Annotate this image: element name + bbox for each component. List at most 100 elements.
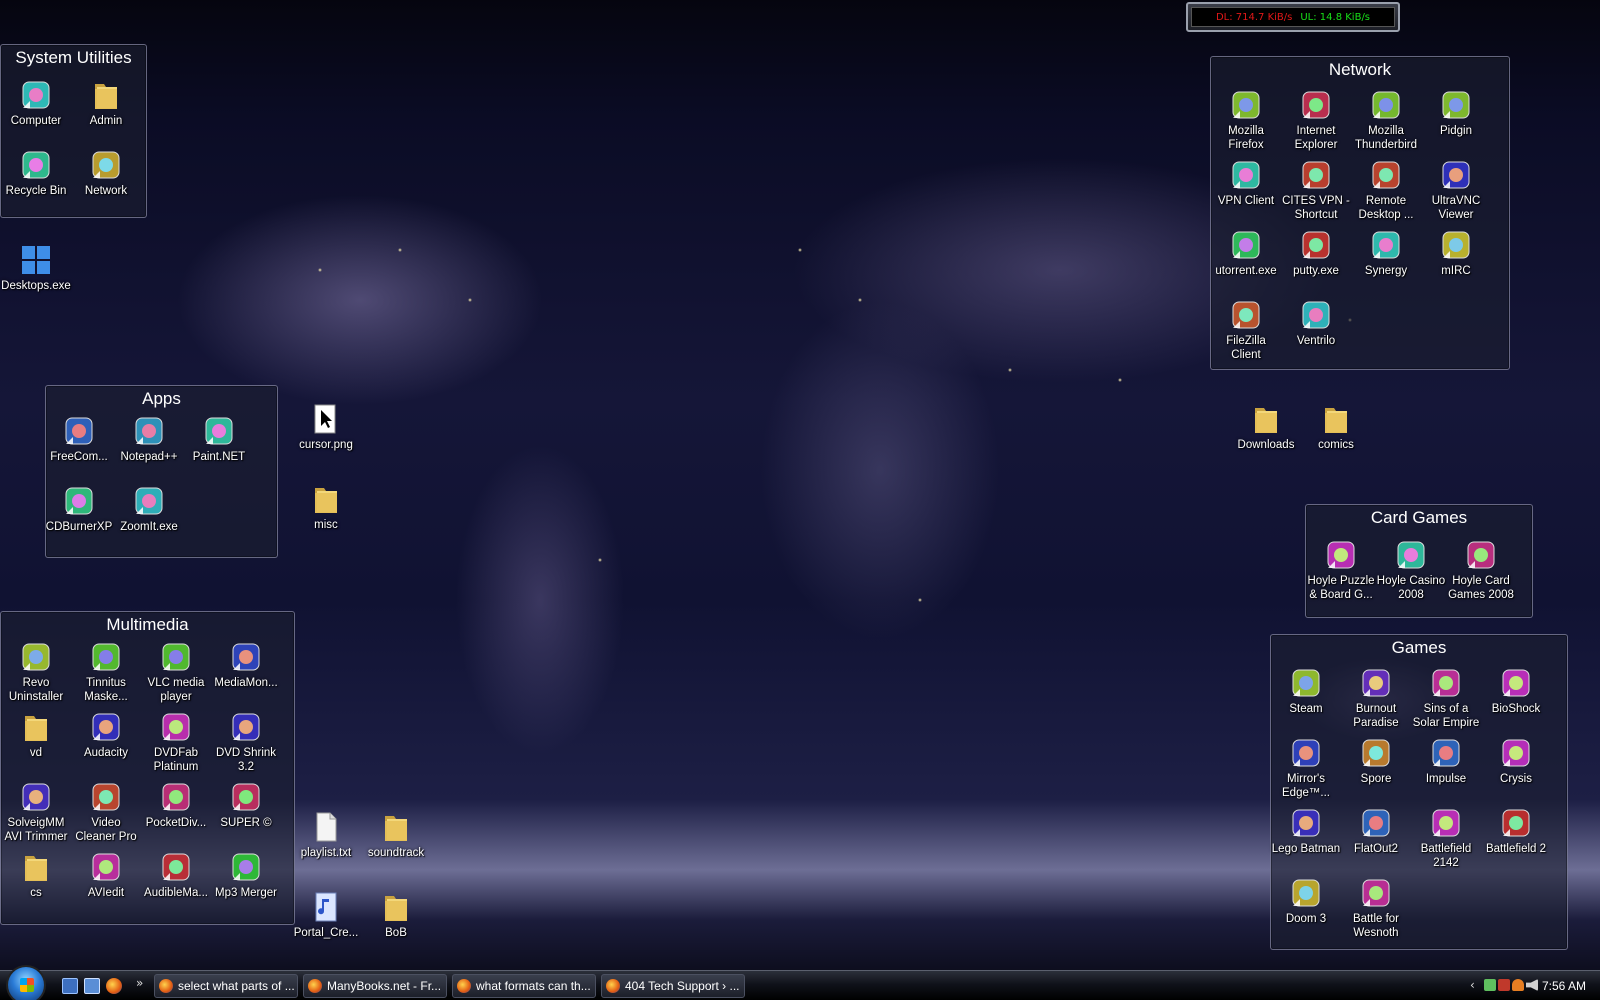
tray-expand-icon[interactable]: ‹ xyxy=(1470,978,1475,992)
desktop-shortcut[interactable]: Steam xyxy=(1270,666,1342,716)
switch-windows-icon[interactable] xyxy=(84,978,100,994)
start-button[interactable] xyxy=(6,965,46,1000)
desktop-shortcut[interactable]: Tinnitus Maske... xyxy=(70,640,142,704)
desktop-shortcut[interactable]: Downloads xyxy=(1230,402,1302,452)
desktop-shortcut[interactable]: mIRC xyxy=(1420,228,1492,278)
desktop-shortcut[interactable]: Doom 3 xyxy=(1270,876,1342,926)
desktop-shortcut[interactable]: Crysis xyxy=(1480,736,1552,786)
desktop-shortcut[interactable]: Burnout Paradise xyxy=(1340,666,1412,730)
desktop-shortcut[interactable]: utorrent.exe xyxy=(1210,228,1282,278)
desktop-shortcut[interactable]: SUPER © xyxy=(210,780,282,830)
desktop-shortcut[interactable]: Desktops.exe xyxy=(0,243,72,293)
desktop-shortcut[interactable]: Sins of a Solar Empire xyxy=(1410,666,1482,730)
desktop-shortcut[interactable]: soundtrack xyxy=(360,810,432,860)
desktop-shortcut[interactable]: Audacity xyxy=(70,710,142,760)
desktop-shortcut[interactable]: Mozilla Thunderbird xyxy=(1350,88,1422,152)
desktop-shortcut[interactable]: Portal_Cre... xyxy=(290,890,362,940)
desktop-shortcut[interactable]: FileZilla Client xyxy=(1210,298,1282,362)
download-rate: DL: 714.7 KiB/s xyxy=(1215,11,1293,23)
network-icon xyxy=(89,148,123,182)
shortcut-label: VLC media player xyxy=(147,677,205,703)
desktop-shortcut[interactable]: UltraVNC Viewer xyxy=(1420,158,1492,222)
taskbar-clock[interactable]: 7:56 AM xyxy=(1542,979,1586,993)
desktop-shortcut[interactable]: cursor.png xyxy=(290,402,362,452)
desktop-shortcut[interactable]: Impulse xyxy=(1410,736,1482,786)
desktop-shortcut[interactable]: Lego Batman xyxy=(1270,806,1342,856)
task-label: select what parts of ... xyxy=(178,979,295,993)
desktop-shortcut[interactable]: Battlefield 2 xyxy=(1480,806,1552,856)
show-desktop-icon[interactable] xyxy=(62,978,78,994)
desktop-shortcut[interactable]: comics xyxy=(1300,402,1372,452)
desktop-shortcut[interactable]: Hoyle Casino 2008 xyxy=(1375,538,1447,602)
desktop-shortcut[interactable]: Synergy xyxy=(1350,228,1422,278)
desktop-shortcut[interactable]: VLC media player xyxy=(140,640,212,704)
fence-title: Card Games xyxy=(1370,508,1468,527)
desktop-shortcut[interactable]: Battlefield 2142 xyxy=(1410,806,1482,870)
network-tray-icon[interactable] xyxy=(1498,979,1510,991)
desktop-shortcut[interactable]: Mozilla Firefox xyxy=(1210,88,1282,152)
desktop-shortcut[interactable]: CDBurnerXP xyxy=(43,484,115,534)
shortcut-label: FlatOut2 xyxy=(1353,843,1399,855)
desktop-shortcut[interactable]: Computer xyxy=(0,78,72,128)
flame-tray-icon[interactable] xyxy=(1512,979,1524,991)
shortcut-label: Notepad++ xyxy=(120,451,178,463)
video-cleaner-icon xyxy=(89,780,123,814)
quicklaunch-overflow-icon[interactable]: » xyxy=(136,976,143,990)
desktop-shortcut[interactable]: ZoomIt.exe xyxy=(113,484,185,534)
desktop-shortcut[interactable]: vd xyxy=(0,710,72,760)
desktop-shortcut[interactable]: Ventrilo xyxy=(1280,298,1352,348)
desktop-shortcut[interactable]: FlatOut2 xyxy=(1340,806,1412,856)
battery-icon[interactable] xyxy=(1484,979,1496,991)
shortcut-label: Impulse xyxy=(1425,773,1467,785)
desktop-shortcut[interactable]: Paint.NET xyxy=(183,414,255,464)
mediamonkey-icon xyxy=(229,640,263,674)
desktop-shortcut[interactable]: playlist.txt xyxy=(290,810,362,860)
fence-title: System Utilities xyxy=(15,48,132,67)
desktop-shortcut[interactable]: putty.exe xyxy=(1280,228,1352,278)
desktop-shortcut[interactable]: SolveigMM AVI Trimmer xyxy=(0,780,72,844)
desktop-shortcut[interactable]: FreeCom... xyxy=(43,414,115,464)
desktop-shortcut[interactable]: BoB xyxy=(360,890,432,940)
desktop-shortcut[interactable]: Recycle Bin xyxy=(0,148,72,198)
desktop-shortcut[interactable]: Network xyxy=(70,148,142,198)
desktop-shortcut[interactable]: DVDFab Platinum xyxy=(140,710,212,774)
vlc-icon xyxy=(159,640,193,674)
desktop-shortcut[interactable]: Notepad++ xyxy=(113,414,185,464)
desktop-shortcut[interactable]: Mp3 Merger xyxy=(210,850,282,900)
desktop-shortcut[interactable]: BioShock xyxy=(1480,666,1552,716)
task-button-3[interactable]: 404 Tech Support › ... xyxy=(601,974,745,998)
zoomit-icon xyxy=(132,484,166,518)
desktop-shortcut[interactable]: DVD Shrink 3.2 xyxy=(210,710,282,774)
task-button-1[interactable]: ManyBooks.net - Fr... xyxy=(303,974,447,998)
desktop-shortcut[interactable]: CITES VPN - Shortcut xyxy=(1280,158,1352,222)
desktop-shortcut[interactable]: AudibleMa... xyxy=(140,850,212,900)
desktop-shortcut[interactable]: VPN Client xyxy=(1210,158,1282,208)
task-button-2[interactable]: what formats can th... xyxy=(452,974,596,998)
fence-title: Multimedia xyxy=(106,615,189,634)
desktop-shortcut[interactable]: MediaMon... xyxy=(210,640,282,690)
volume-icon[interactable] xyxy=(1526,979,1538,991)
shortcut-label: BioShock xyxy=(1491,703,1541,715)
desktop-shortcut[interactable]: AVIedit xyxy=(70,850,142,900)
desktop-shortcut[interactable]: Battle for Wesnoth xyxy=(1340,876,1412,940)
desktop-shortcut[interactable]: cs xyxy=(0,850,72,900)
task-button-0[interactable]: select what parts of ... xyxy=(154,974,298,998)
desktop-shortcut[interactable]: Hoyle Card Games 2008 xyxy=(1445,538,1517,602)
desktop-shortcut[interactable]: Remote Desktop ... xyxy=(1350,158,1422,222)
shortcut-label: utorrent.exe xyxy=(1215,265,1277,277)
desktop-shortcut[interactable]: Mirror's Edge™... xyxy=(1270,736,1342,800)
shortcut-label: Battlefield 2 xyxy=(1485,843,1547,855)
firefox-quicklaunch-icon[interactable] xyxy=(106,978,122,994)
desktop-shortcut[interactable]: Video Cleaner Pro xyxy=(70,780,142,844)
desktop-shortcut[interactable]: PocketDiv... xyxy=(140,780,212,830)
desktop-shortcut[interactable]: Spore xyxy=(1340,736,1412,786)
desktop-shortcut[interactable]: Pidgin xyxy=(1420,88,1492,138)
sins-icon xyxy=(1429,666,1463,700)
desktop-shortcut[interactable]: Hoyle Puzzle & Board G... xyxy=(1305,538,1377,602)
desktop-shortcut[interactable]: Revo Uninstaller xyxy=(0,640,72,704)
desktop-shortcut[interactable]: Admin xyxy=(70,78,142,128)
desktop-shortcut[interactable]: misc xyxy=(290,482,362,532)
shortcut-label: Hoyle Casino 2008 xyxy=(1376,575,1446,601)
ie-icon xyxy=(1299,88,1333,122)
desktop-shortcut[interactable]: Internet Explorer xyxy=(1280,88,1352,152)
